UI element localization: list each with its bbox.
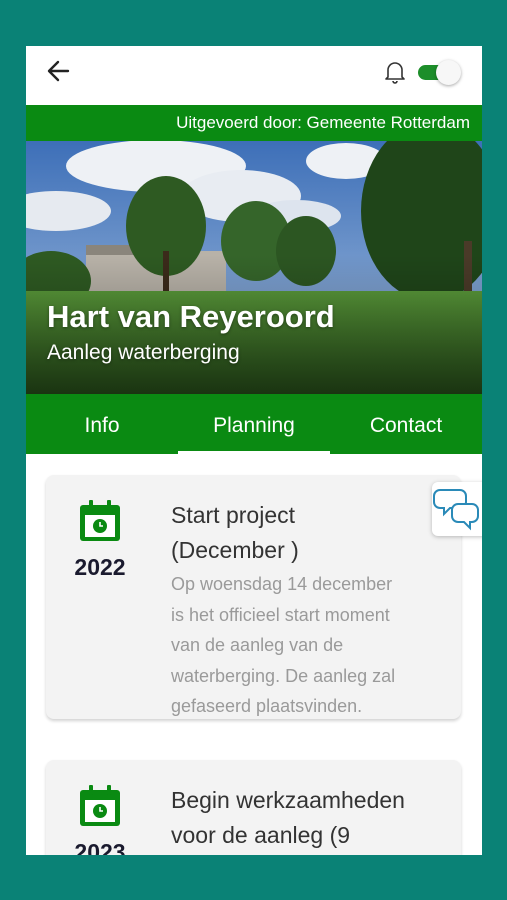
planning-list: 2022 Start project (December ) Op woensd… xyxy=(26,454,482,855)
planning-card[interactable]: 2022 Start project (December ) Op woensd… xyxy=(46,475,461,719)
planning-year: 2023 xyxy=(74,839,126,855)
planning-title: Start project (December ) xyxy=(171,502,299,563)
top-bar xyxy=(26,46,482,105)
tab-bar: Info Planning Contact xyxy=(26,394,482,454)
project-subtitle: Aanleg waterberging xyxy=(47,341,240,364)
project-hero: Hart van Reyeroord Aanleg waterberging xyxy=(26,141,482,394)
tab-info[interactable]: Info xyxy=(26,394,178,454)
planning-year: 2022 xyxy=(74,554,126,580)
calendar-icon xyxy=(80,785,120,826)
chat-button[interactable] xyxy=(432,482,482,536)
bell-icon[interactable] xyxy=(384,60,406,84)
planning-description: Op woensdag 14 december is het officieel… xyxy=(171,574,396,716)
tab-planning[interactable]: Planning xyxy=(178,394,330,454)
app-screen: Uitgevoerd door: Gemeente Rotterdam Hart… xyxy=(26,46,482,855)
planning-title: Begin werkzaamheden voor de aanleg (9 xyxy=(171,787,405,848)
arrow-left-icon[interactable] xyxy=(44,56,74,86)
chat-bubbles-icon xyxy=(433,489,479,531)
planning-card[interactable]: 2023 Begin werkzaamheden voor de aanleg … xyxy=(46,760,461,855)
notification-toggle[interactable] xyxy=(418,59,463,85)
project-title: Hart van Reyeroord xyxy=(47,299,335,334)
executed-by-banner: Uitgevoerd door: Gemeente Rotterdam xyxy=(26,105,482,141)
tab-contact[interactable]: Contact xyxy=(330,394,482,454)
banner-text: Uitgevoerd door: Gemeente Rotterdam xyxy=(176,113,470,132)
calendar-icon xyxy=(80,500,120,541)
